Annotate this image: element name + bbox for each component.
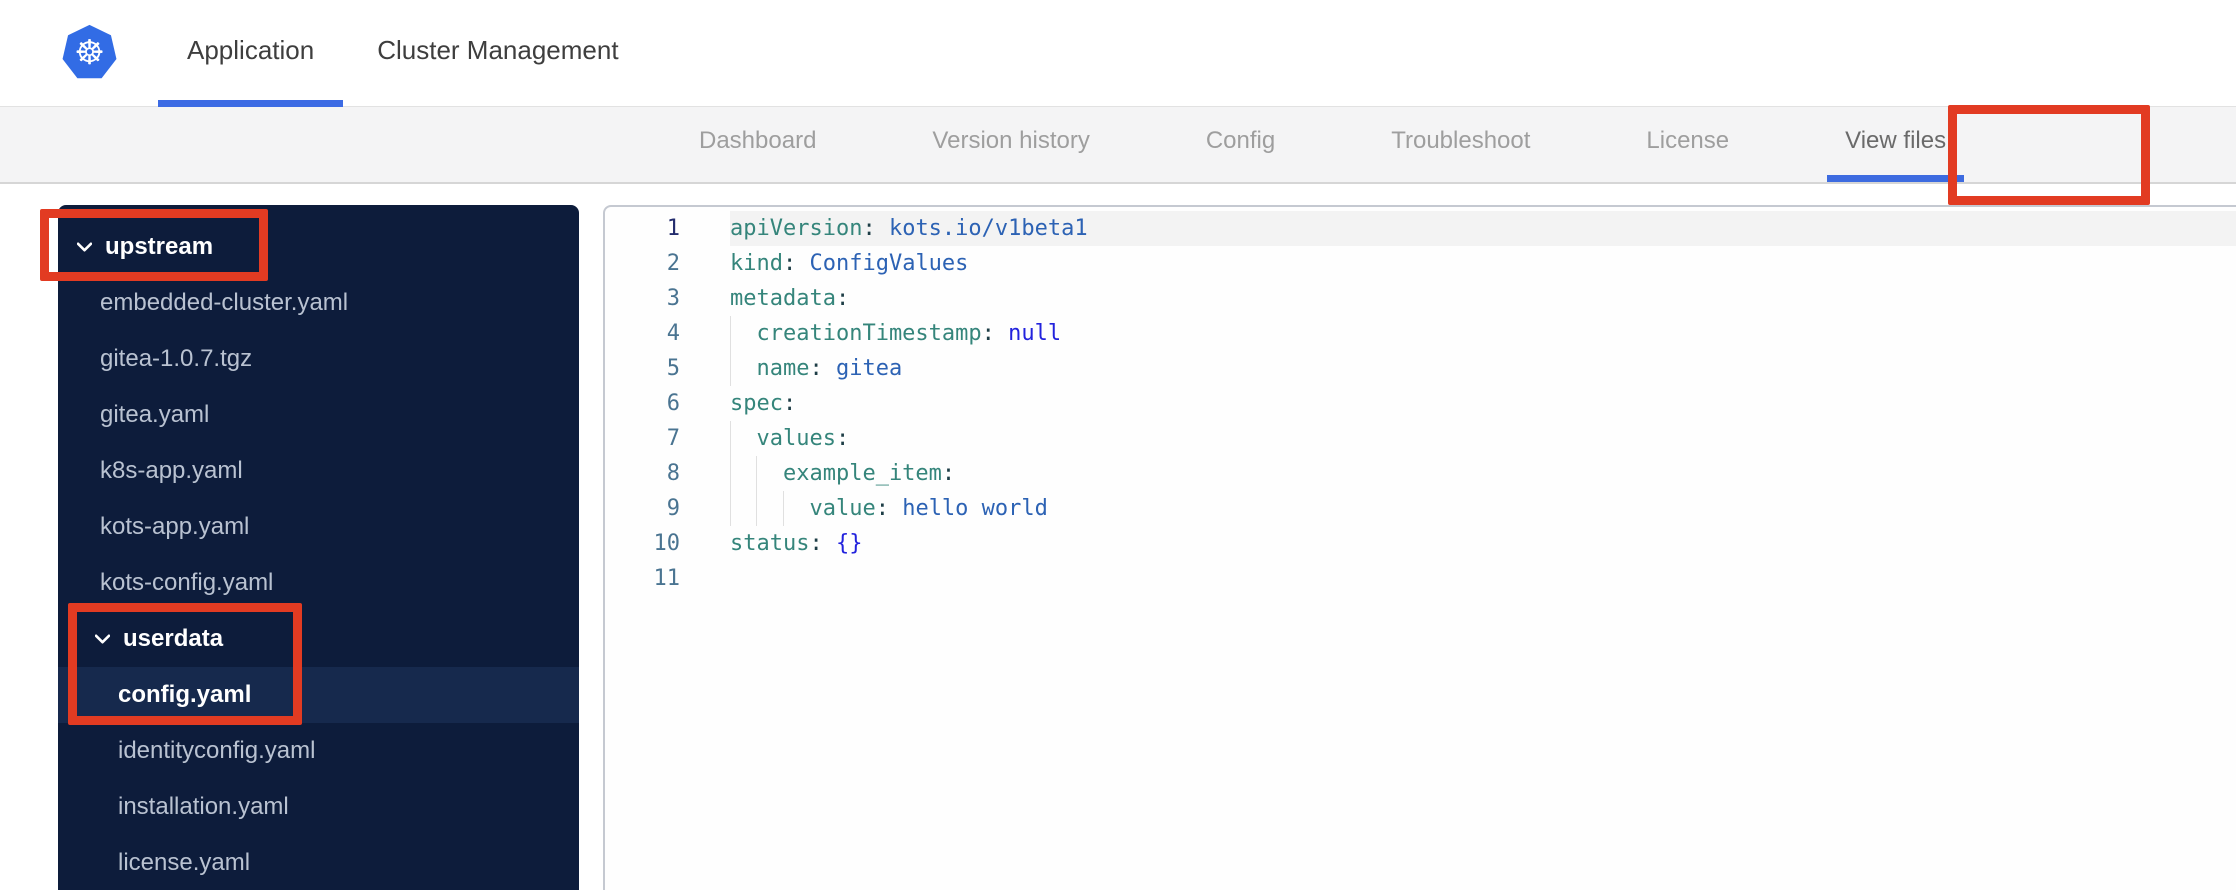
line-number: 1 <box>666 216 680 241</box>
line-number: 5 <box>666 356 680 381</box>
code-text[interactable]: name: gitea <box>730 351 2236 386</box>
tree-file-embedded-cluster.yaml[interactable]: embedded-cluster.yaml <box>58 275 579 331</box>
top-bar: ☸ Application Cluster Management <box>0 0 2236 107</box>
tree-folder-upstream[interactable]: upstream <box>58 219 579 275</box>
code-text[interactable]: kind: ConfigValues <box>730 246 2236 281</box>
nav-tab-troubleshoot[interactable]: Troubleshoot <box>1373 107 1548 182</box>
code-text[interactable]: status: {} <box>730 526 2236 561</box>
line-number: 4 <box>666 321 680 346</box>
console-tab-application[interactable]: Application <box>158 0 344 107</box>
nav-tab-view-files[interactable]: View files <box>1827 107 1965 182</box>
code-line-9: 9 value: hello world <box>605 491 2236 526</box>
tree-file-identityconfig.yaml[interactable]: identityconfig.yaml <box>58 723 579 779</box>
tree-file-gitea.yaml[interactable]: gitea.yaml <box>58 387 579 443</box>
code-line-11: 11 <box>605 561 2236 596</box>
code-text[interactable]: spec: <box>730 386 2236 421</box>
code-line-5: 5 name: gitea <box>605 351 2236 386</box>
nav-tab-version-history[interactable]: Version history <box>914 107 1107 182</box>
nav-tab-license[interactable]: License <box>1628 107 1747 182</box>
tree-item-label: installation.yaml <box>118 793 289 820</box>
app-nav-bar: Dashboard Version history Config Troublesho… <box>0 107 2236 184</box>
line-number: 2 <box>666 251 680 276</box>
line-number: 8 <box>666 461 680 486</box>
chevron-down-icon[interactable] <box>95 634 110 644</box>
tree-file-license.yaml[interactable]: license.yaml <box>58 835 579 890</box>
app-nav-tabs: Dashboard Version history Config Troublesho… <box>0 107 2236 182</box>
code-line-1: 1 apiVersion: kots.io/v1beta1 <box>605 211 2236 246</box>
yaml-file-viewer[interactable]: 1 apiVersion: kots.io/v1beta1 2 kind: Confi… <box>603 205 2236 890</box>
line-number: 7 <box>666 426 680 451</box>
nav-tab-config[interactable]: Config <box>1188 107 1293 182</box>
tree-file-kots-config.yaml[interactable]: kots-config.yaml <box>58 555 579 611</box>
file-tree-sidebar: upstream embedded-cluster.yaml gitea-1.0.7… <box>58 205 579 890</box>
tree-item-label: embedded-cluster.yaml <box>100 289 349 316</box>
nav-tab-dashboard[interactable]: Dashboard <box>681 107 834 182</box>
tree-item-label: kots-config.yaml <box>100 569 274 596</box>
tree-item-label: gitea.yaml <box>100 401 210 428</box>
tree-file-gitea-1.0.7.tgz[interactable]: gitea-1.0.7.tgz <box>58 331 579 387</box>
line-number: 9 <box>666 496 680 521</box>
tree-file-k8s-app.yaml[interactable]: k8s-app.yaml <box>58 443 579 499</box>
code-text[interactable]: apiVersion: kots.io/v1beta1 <box>730 211 2236 246</box>
tree-item-label: upstream <box>105 233 214 260</box>
tree-item-label: userdata <box>123 625 224 652</box>
svg-text:☸: ☸ <box>74 33 105 73</box>
code-line-3: 3 metadata: <box>605 281 2236 316</box>
code-text[interactable]: values: <box>730 421 2236 456</box>
line-number: 6 <box>666 391 680 416</box>
code-line-4: 4 creationTimestamp: null <box>605 316 2236 351</box>
code-line-10: 10 status: {} <box>605 526 2236 561</box>
line-number: 10 <box>653 531 681 556</box>
console-tab-cluster-management[interactable]: Cluster Management <box>348 0 647 107</box>
tree-file-kots-app.yaml[interactable]: kots-app.yaml <box>58 499 579 555</box>
chevron-down-icon[interactable] <box>77 242 92 252</box>
code-text[interactable]: creationTimestamp: null <box>730 316 2236 351</box>
code-line-8: 8 example_item: <box>605 456 2236 491</box>
code-text[interactable]: metadata: <box>730 281 2236 316</box>
tree-file-config.yaml[interactable]: config.yaml <box>58 667 579 723</box>
code-text[interactable] <box>730 561 2236 596</box>
code-text[interactable]: example_item: <box>730 456 2236 491</box>
tree-folder-userdata[interactable]: userdata <box>58 611 579 667</box>
tree-item-label: gitea-1.0.7.tgz <box>100 345 253 372</box>
tree-item-label: license.yaml <box>118 849 251 876</box>
console-tabs: Application Cluster Management <box>158 0 648 107</box>
line-number: 3 <box>666 286 680 311</box>
code-text[interactable]: value: hello world <box>730 491 2236 526</box>
kubernetes-logo-icon: ☸ <box>62 24 117 79</box>
code-line-7: 7 values: <box>605 421 2236 456</box>
line-number: 11 <box>653 566 681 591</box>
tree-item-label: k8s-app.yaml <box>100 457 243 484</box>
code-line-2: 2 kind: ConfigValues <box>605 246 2236 281</box>
tree-item-label: identityconfig.yaml <box>118 737 316 764</box>
tree-item-label: config.yaml <box>118 681 252 708</box>
code-line-6: 6 spec: <box>605 386 2236 421</box>
tree-item-label: kots-app.yaml <box>100 513 250 540</box>
tree-file-installation.yaml[interactable]: installation.yaml <box>58 779 579 835</box>
